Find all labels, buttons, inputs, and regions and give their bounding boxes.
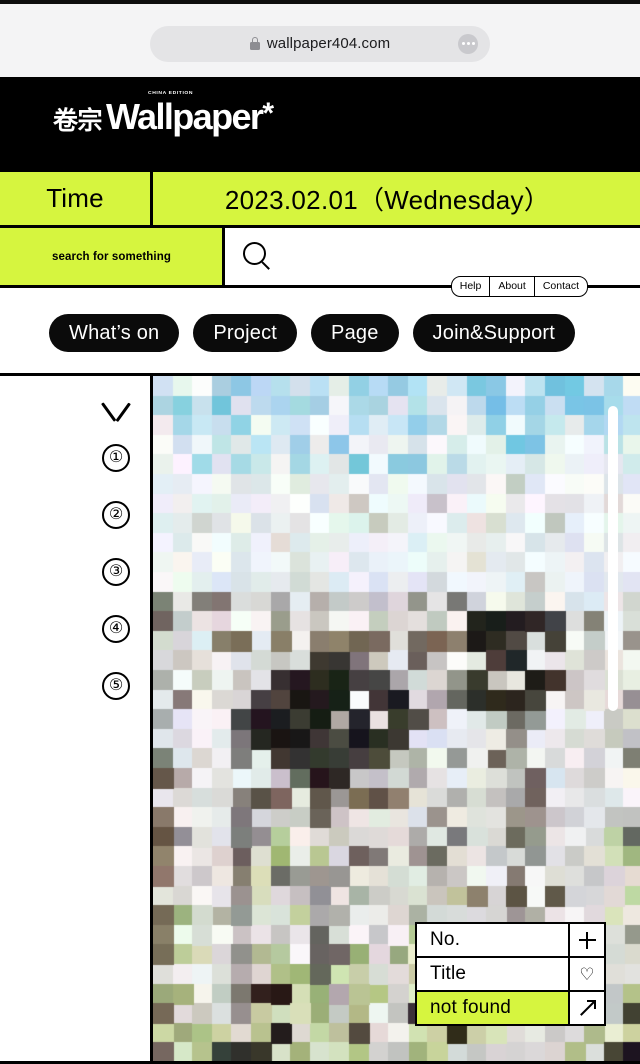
- url-label: wallpaper404.com: [266, 35, 391, 52]
- info-card-row-no: No.: [417, 924, 604, 958]
- sidebar-item-3[interactable]: ③: [102, 558, 130, 586]
- utility-link-help[interactable]: Help: [452, 277, 491, 296]
- sidebar-item-2[interactable]: ②: [102, 501, 130, 529]
- logo-edition-label: CHINA EDITION: [148, 90, 194, 96]
- index-sidebar: ① ② ③ ④ ⑤: [0, 376, 153, 1064]
- add-button[interactable]: [568, 924, 604, 956]
- utility-link-contact[interactable]: Contact: [535, 277, 587, 296]
- info-card: No. Title ♡ not found: [415, 922, 606, 1026]
- open-link-button[interactable]: [568, 992, 604, 1024]
- info-card-label-title: Title: [417, 958, 568, 990]
- nav-pill-join-support[interactable]: Join&Support: [412, 314, 576, 352]
- hero-image-panel: No. Title ♡ not found: [153, 376, 640, 1064]
- info-card-status-value: not found: [417, 992, 568, 1024]
- time-row: Time 2023.02.01（Wednesday）: [0, 172, 640, 228]
- nav-pill-whats-on[interactable]: What’s on: [49, 314, 180, 352]
- search-hint-label: search for something: [0, 228, 225, 285]
- logo-asterisk: *: [262, 97, 275, 130]
- three-dots-icon[interactable]: [458, 33, 478, 54]
- lock-icon: [249, 37, 260, 50]
- sidebar-item-1[interactable]: ①: [102, 444, 130, 472]
- info-card-row-title: Title ♡: [417, 958, 604, 992]
- browser-toolbar: wallpaper404.com: [0, 0, 640, 77]
- plus-icon: [578, 931, 596, 949]
- favorite-button[interactable]: ♡: [568, 958, 604, 990]
- primary-nav: What’s on Project Page Join&Support: [0, 291, 640, 376]
- nav-pill-page[interactable]: Page: [311, 314, 399, 352]
- sidebar-item-4[interactable]: ④: [102, 615, 130, 643]
- chevron-down-icon[interactable]: [98, 404, 134, 424]
- time-label: Time: [0, 172, 153, 225]
- info-card-row-status: not found: [417, 992, 604, 1024]
- heart-icon: ♡: [579, 964, 595, 984]
- nav-pill-group: What’s on Project Page Join&Support: [49, 314, 576, 352]
- vertical-scrollbar-thumb[interactable]: [608, 406, 618, 711]
- logo-wordmark-wrap: CHINA EDITION Wallpaper*: [106, 90, 275, 137]
- app-screen: wallpaper404.com 卷宗 CHINA EDITION Wallpa…: [0, 0, 640, 1064]
- arrow-up-right-icon: [579, 999, 596, 1017]
- search-icon[interactable]: [243, 241, 273, 273]
- info-card-label-no: No.: [417, 924, 568, 956]
- nav-pill-project[interactable]: Project: [193, 314, 298, 352]
- logo-chinese: 卷宗: [53, 106, 103, 135]
- utility-nav: Help About Contact: [450, 276, 588, 297]
- utility-link-about[interactable]: About: [490, 277, 535, 296]
- logo-wordmark: Wallpaper: [106, 96, 264, 137]
- address-bar[interactable]: wallpaper404.com: [150, 25, 490, 62]
- url-text-group: wallpaper404.com: [249, 35, 391, 52]
- time-value: 2023.02.01（Wednesday）: [224, 185, 551, 215]
- site-logo[interactable]: 卷宗 CHINA EDITION Wallpaper*: [53, 90, 275, 137]
- site-masthead: 卷宗 CHINA EDITION Wallpaper*: [0, 77, 640, 172]
- content-area: ① ② ③ ④ ⑤ No. Title ♡ not found: [0, 376, 640, 1064]
- sidebar-item-5[interactable]: ⑤: [102, 672, 130, 700]
